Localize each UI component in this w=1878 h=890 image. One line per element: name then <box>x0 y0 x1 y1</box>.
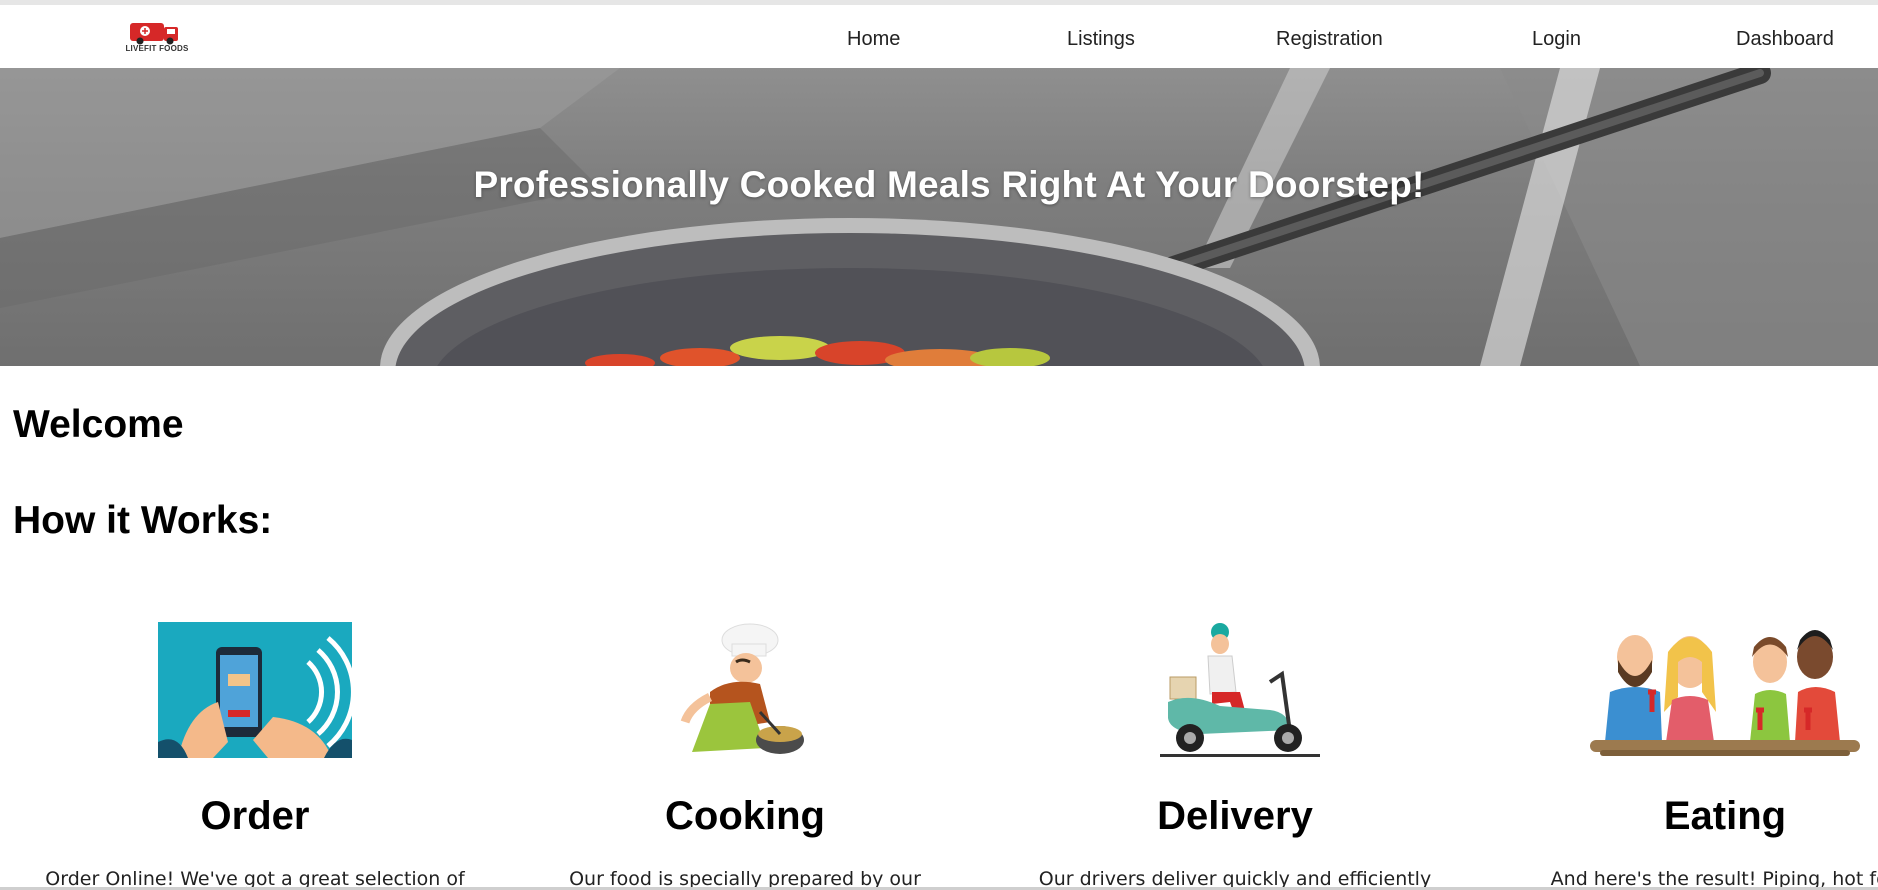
phone-order-icon <box>158 622 352 758</box>
hero-title: Professionally Cooked Meals Right At You… <box>473 164 1425 205</box>
hero-pan-image <box>0 68 1878 366</box>
hero-banner: Professionally Cooked Meals Right At You… <box>0 68 1878 366</box>
step-title: Cooking <box>665 794 825 838</box>
step-title: Order <box>200 794 310 838</box>
how-it-works-heading: How it Works: <box>13 499 273 542</box>
brand-logo-text: LIVEFIT FOODS <box>125 44 189 53</box>
scooter-delivery-icon <box>1160 623 1320 757</box>
people-eating-icon <box>1590 630 1860 756</box>
step-title: Delivery <box>1157 794 1313 838</box>
truck-logo-icon <box>130 23 178 45</box>
navbar: LIVEFIT FOODS Home Listings Registration… <box>0 5 1878 68</box>
nav-link-home[interactable]: Home <box>847 28 900 51</box>
brand-logo[interactable]: LIVEFIT FOODS <box>112 17 202 57</box>
nav-link-registration[interactable]: Registration <box>1276 28 1383 51</box>
nav-link-listings[interactable]: Listings <box>1067 28 1135 51</box>
chef-icon <box>680 623 804 754</box>
step-title: Eating <box>1663 794 1787 838</box>
nav-link-dashboard[interactable]: Dashboard <box>1736 28 1834 51</box>
welcome-heading: Welcome <box>13 403 184 446</box>
nav-link-login[interactable]: Login <box>1532 28 1581 51</box>
